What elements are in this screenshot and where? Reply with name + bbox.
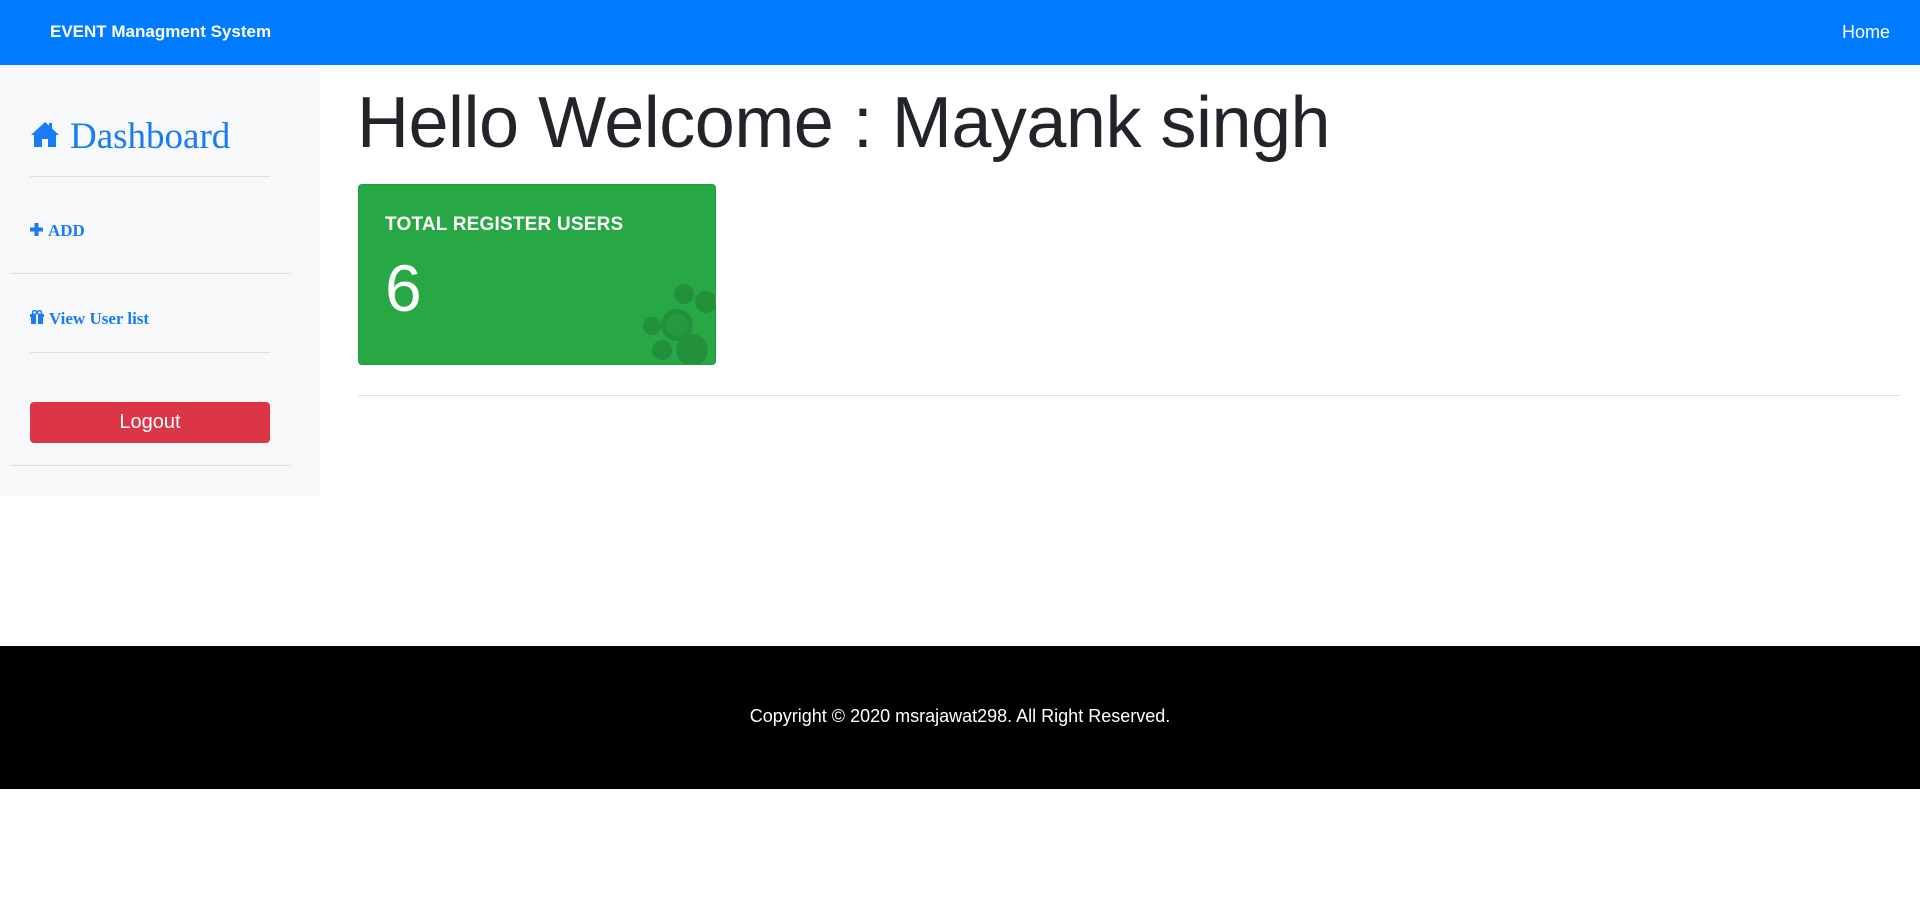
home-icon [30,115,60,158]
sidebar-item-label: View User list [49,309,150,328]
nav-home-link[interactable]: Home [1842,22,1890,43]
footer: Copyright © 2020 msrajawat298. All Right… [0,646,1920,789]
sidebar-item-label: ADD [48,221,85,240]
sidebar-item-add[interactable]: ADD [30,221,85,241]
card-title: TOTAL REGISTER USERS [385,214,624,235]
top-navbar: EVENT Managment System Home [0,0,1920,65]
sidebar: Dashboard ADD View User list Logout [0,65,320,496]
sidebar-divider [10,465,290,466]
logout-button[interactable]: Logout [30,402,270,443]
navbar-brand[interactable]: EVENT Managment System [50,22,271,42]
content-divider [358,395,1900,396]
sidebar-dashboard-label: Dashboard [70,116,231,157]
sidebar-divider [10,273,290,274]
sidebar-divider [30,352,270,353]
paw-icon [640,284,715,364]
plus-icon [30,221,43,241]
gift-icon [30,309,44,329]
copyright-text: Copyright © 2020 msrajawat298. All Right… [749,706,1171,726]
card-value: 6 [385,251,422,325]
sidebar-dashboard-link[interactable]: Dashboard [30,115,230,158]
sidebar-divider [30,176,270,177]
sidebar-item-view-user-list[interactable]: View User list [30,309,149,329]
total-users-card: TOTAL REGISTER USERS 6 [358,184,716,365]
welcome-heading: Hello Welcome : Mayank singh [357,83,1331,163]
